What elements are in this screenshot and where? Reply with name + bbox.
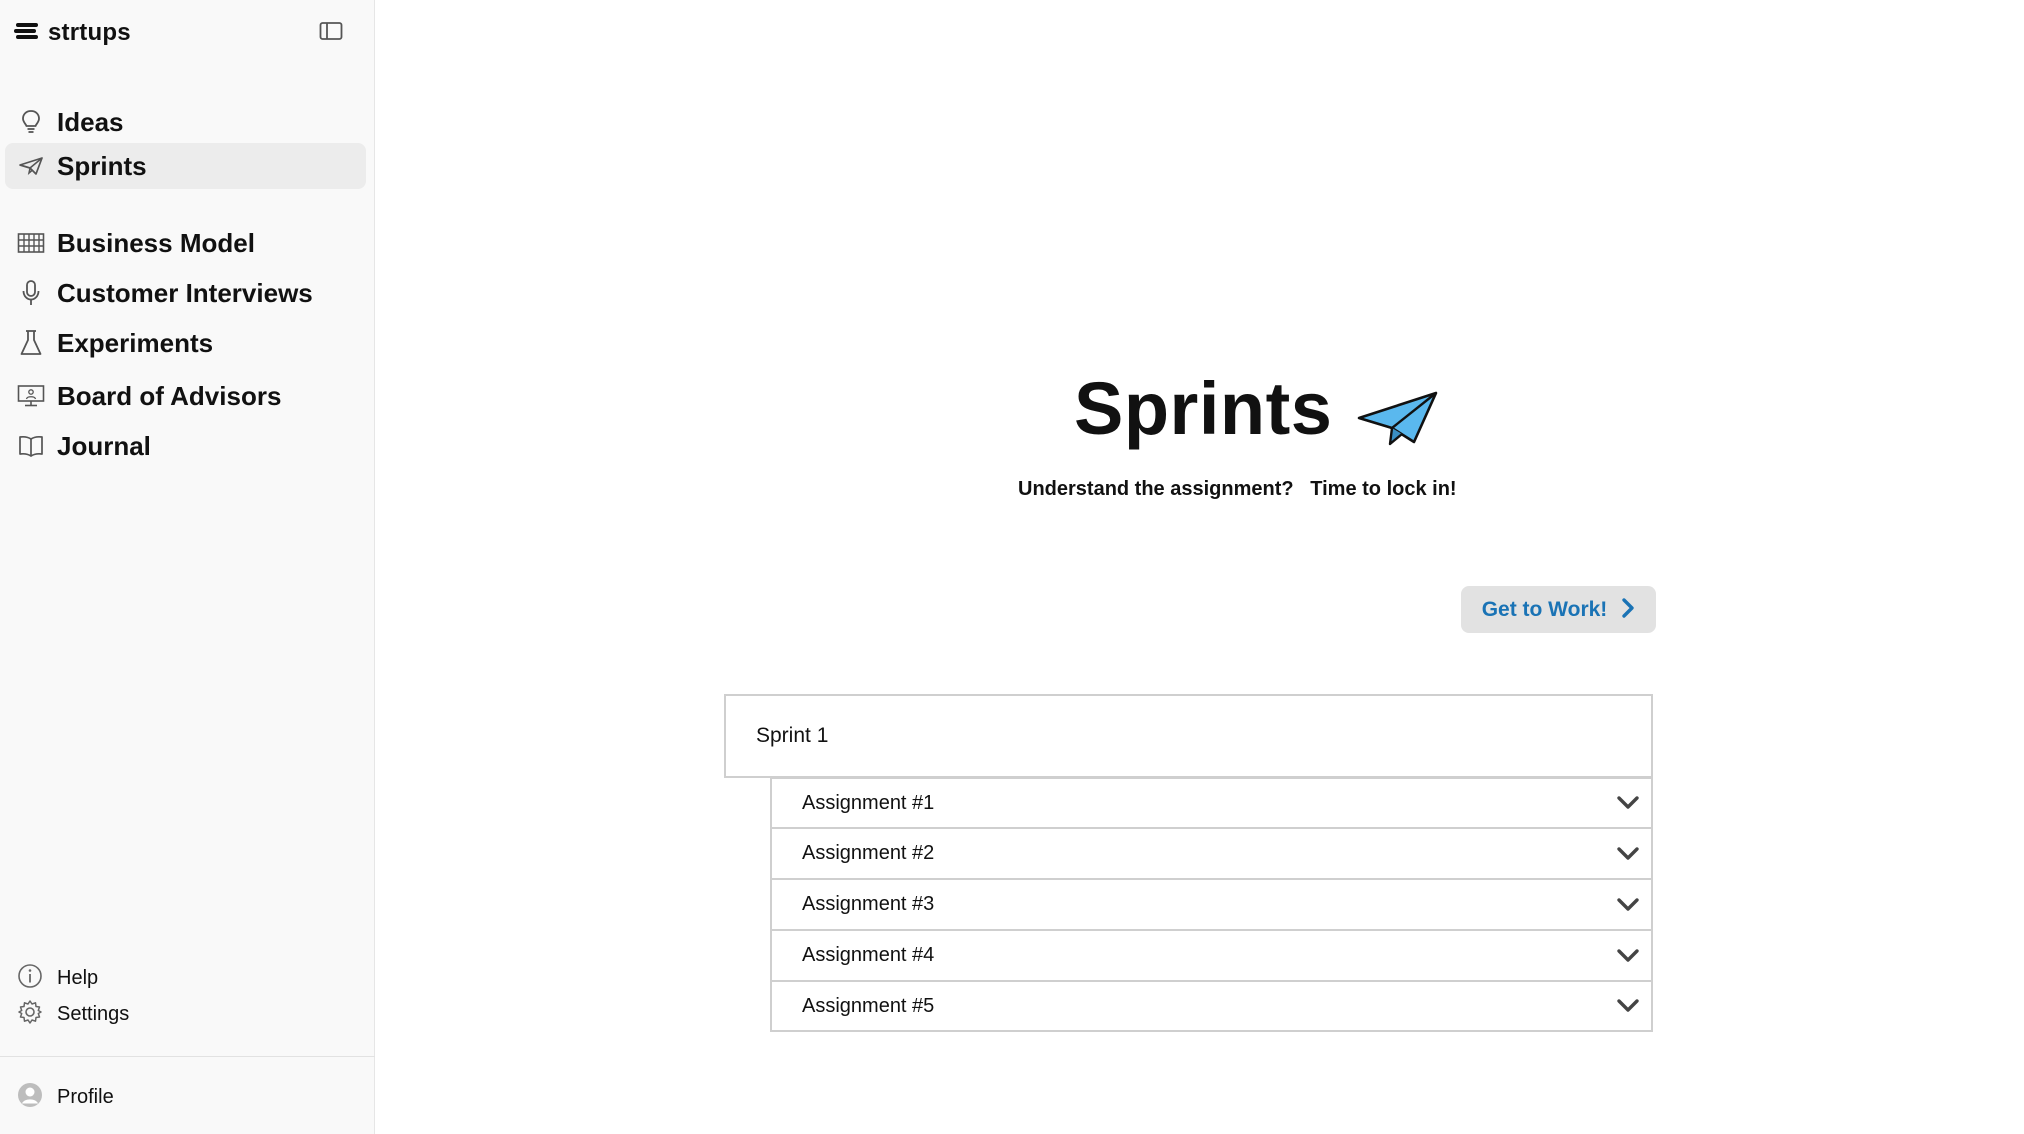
- app-window: strtups Ideas Sprints Business Model Cus…: [0, 0, 2024, 1134]
- sidebar-item-label: Board of Advisors: [57, 380, 282, 411]
- sidebar-item-ideas[interactable]: Ideas: [5, 99, 366, 145]
- paper-plane-icon: [17, 152, 45, 180]
- assignment-label: Assignment #2: [802, 842, 935, 864]
- assignment-list: Assignment #1 Assignment #2 Assignment #…: [770, 777, 1653, 1032]
- chevron-down-icon[interactable]: [1615, 892, 1641, 918]
- chevron-down-icon[interactable]: [1615, 841, 1641, 867]
- sidebar-item-label: Ideas: [57, 106, 124, 137]
- chevron-down-icon[interactable]: [1615, 790, 1641, 816]
- sidebar-toggle-button[interactable]: [318, 21, 344, 46]
- lightbulb-icon: [17, 108, 45, 136]
- sidebar-item-label: Experiments: [57, 327, 214, 358]
- chevron-down-icon[interactable]: [1615, 943, 1641, 969]
- logo-icon: [14, 21, 40, 46]
- monitor-presentation-icon: [17, 382, 45, 410]
- flask-icon: [17, 329, 45, 357]
- sidebar-item-label: Journal: [57, 430, 151, 461]
- chevron-down-icon[interactable]: [1615, 993, 1641, 1019]
- help-label: Help: [57, 966, 99, 989]
- profile-label: Profile: [57, 1085, 114, 1108]
- settings-link[interactable]: Settings: [5, 997, 366, 1031]
- help-link[interactable]: Help: [5, 961, 366, 995]
- sidebar-panel-icon: [319, 21, 343, 46]
- settings-label: Settings: [57, 1002, 130, 1025]
- page-title: Sprints: [1074, 367, 1333, 450]
- sidebar-item-sprints[interactable]: Sprints: [5, 143, 366, 189]
- sidebar: strtups Ideas Sprints Business Model Cus…: [0, 0, 375, 1134]
- assignment-row-2[interactable]: Assignment #2: [770, 828, 1653, 879]
- sidebar-item-journal[interactable]: Journal: [5, 423, 366, 469]
- sprint-header[interactable]: Sprint 1: [724, 694, 1653, 778]
- chevron-right-icon: [1621, 597, 1635, 622]
- sidebar-item-label: Sprints: [57, 150, 147, 181]
- assignment-row-1[interactable]: Assignment #1: [770, 777, 1653, 828]
- sidebar-item-business-model[interactable]: Business Model: [5, 220, 366, 266]
- sidebar-item-experiments[interactable]: Experiments: [5, 320, 366, 366]
- brand[interactable]: strtups: [14, 18, 131, 48]
- sidebar-item-label: Customer Interviews: [57, 277, 313, 308]
- profile-link[interactable]: Profile: [5, 1080, 366, 1114]
- book-icon: [17, 432, 45, 460]
- sidebar-item-label: Business Model: [57, 227, 255, 258]
- assignment-label: Assignment #5: [802, 994, 935, 1017]
- page-subtitle: Understand the assignment? Time to lock …: [1018, 478, 1457, 500]
- brand-name: strtups: [48, 19, 131, 46]
- paper-plane-illustration-icon: [1356, 390, 1440, 448]
- info-icon: [17, 963, 43, 994]
- assignment-row-3[interactable]: Assignment #3: [770, 879, 1653, 930]
- get-to-work-label: Get to Work!: [1481, 597, 1608, 621]
- sprint-title: Sprint 1: [756, 724, 829, 747]
- get-to-work-button[interactable]: Get to Work!: [1461, 586, 1656, 633]
- avatar: [17, 1082, 43, 1113]
- grid-table-icon: [17, 229, 45, 257]
- assignment-row-4[interactable]: Assignment #4: [770, 930, 1653, 981]
- sidebar-divider: [0, 1056, 375, 1057]
- sidebar-item-board-of-advisors[interactable]: Board of Advisors: [5, 373, 366, 419]
- assignment-label: Assignment #4: [802, 944, 935, 966]
- gear-icon: [17, 999, 43, 1030]
- assignment-row-5[interactable]: Assignment #5: [770, 981, 1653, 1032]
- sidebar-item-customer-interviews[interactable]: Customer Interviews: [5, 270, 366, 316]
- assignment-label: Assignment #1: [802, 791, 935, 814]
- assignment-label: Assignment #3: [802, 893, 935, 915]
- microphone-icon: [17, 279, 45, 307]
